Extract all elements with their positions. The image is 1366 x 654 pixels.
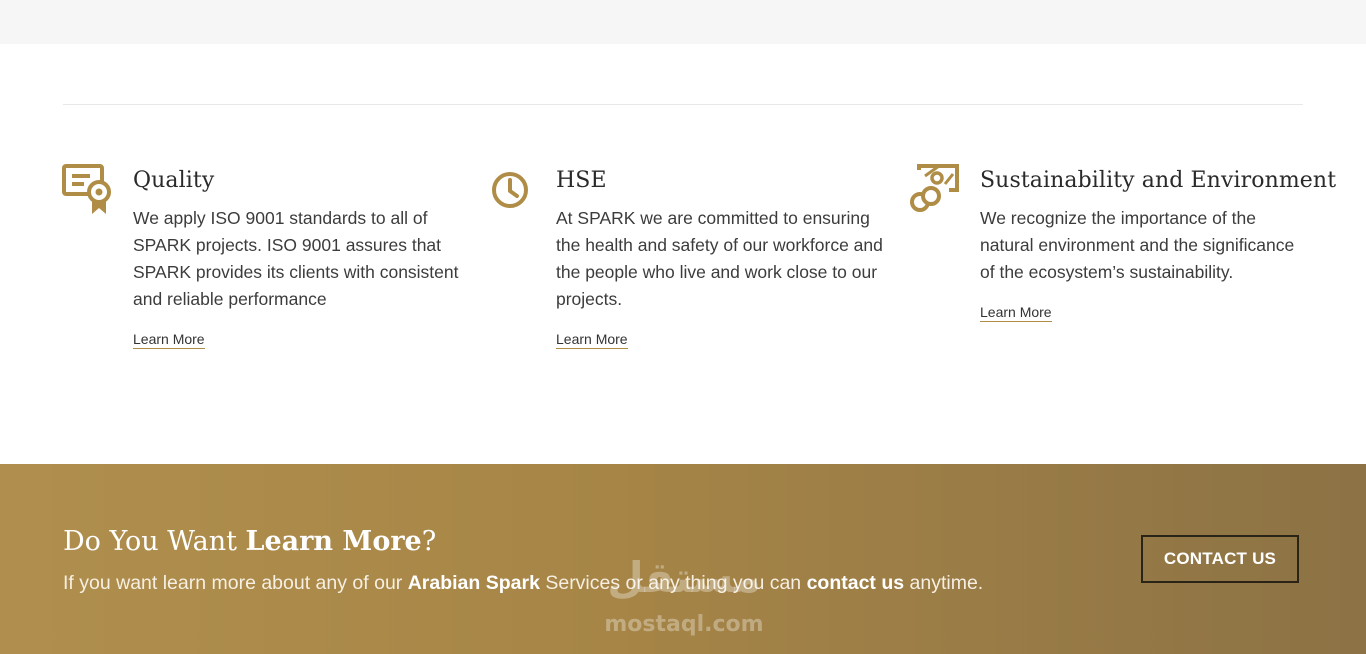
cta-subtext: If you want learn more about any of our …: [63, 572, 983, 595]
cta-sub-text: If you want learn more about any of our: [63, 572, 408, 594]
environment-icon: [909, 160, 961, 216]
clock-icon: [490, 160, 542, 216]
learn-more-link[interactable]: Learn More: [556, 331, 628, 349]
feature-description: At SPARK we are committed to ensuring th…: [556, 208, 883, 309]
feature-description: We apply ISO 9001 standards to all of SP…: [133, 208, 459, 309]
certificate-icon: [62, 160, 114, 216]
feature-hse: HSE At SPARK we are committed to ensurin…: [492, 160, 886, 349]
feature-title: Quality: [133, 168, 215, 193]
feature-description: We recognize the importance of the natur…: [980, 208, 1295, 282]
feature-title: HSE: [556, 168, 607, 193]
watermark-latin: mostaql.com: [604, 612, 764, 637]
feature-title: Sustainability and Environment: [980, 168, 1337, 193]
cta-sub-text: anytime.: [904, 572, 984, 594]
learn-more-link[interactable]: Learn More: [133, 331, 205, 349]
cta-heading-end: ?: [421, 526, 437, 557]
section-divider: [63, 104, 1303, 105]
learn-more-link[interactable]: Learn More: [980, 304, 1052, 322]
cta-heading-bold: Learn More: [245, 526, 422, 557]
watermark-arabic: مستقل: [607, 553, 761, 602]
cta-contact-emphasis: contact us: [806, 572, 905, 594]
top-band: [0, 0, 1366, 44]
cta-brand: Arabian Spark: [407, 572, 540, 594]
cta-heading: Do You Want Learn More?: [63, 526, 436, 557]
cta-heading-text: Do You Want: [63, 526, 246, 557]
feature-sustainability: Sustainability and Environment We recogn…: [910, 160, 1337, 322]
watermark: مستقل mostaql.com: [598, 553, 770, 638]
contact-us-button[interactable]: CONTACT US: [1141, 535, 1299, 583]
feature-quality: Quality We apply ISO 9001 standards to a…: [62, 160, 463, 349]
